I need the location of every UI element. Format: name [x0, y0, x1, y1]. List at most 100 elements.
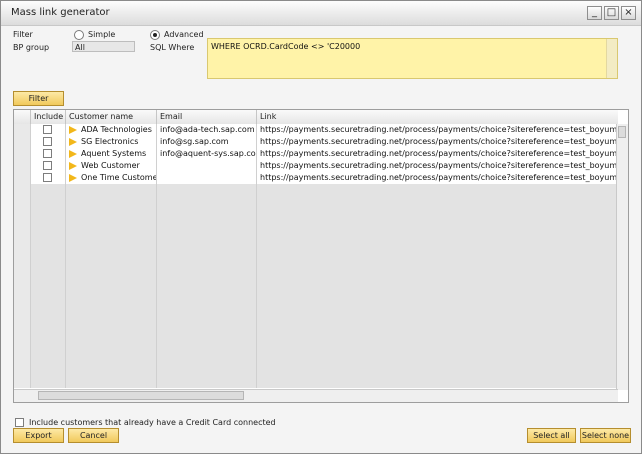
include-cell[interactable]	[31, 376, 66, 388]
include-cell[interactable]	[31, 208, 66, 220]
link-cell[interactable]: https://payments.securetrading.net/proce…	[257, 136, 618, 148]
vertical-scroll-thumb[interactable]	[618, 126, 626, 138]
row-selector-cell[interactable]	[14, 328, 31, 340]
customer-name-cell[interactable]: One Time Customer	[66, 172, 157, 184]
include-cell[interactable]	[31, 184, 66, 196]
empty-table-row[interactable]	[14, 220, 618, 232]
email-cell[interactable]	[157, 268, 257, 280]
simple-radio[interactable]	[74, 30, 84, 40]
link-cell[interactable]	[257, 244, 618, 256]
row-selector-cell[interactable]	[14, 244, 31, 256]
link-cell[interactable]	[257, 184, 618, 196]
maximize-button[interactable]: □	[604, 6, 619, 20]
sql-scrollbar[interactable]	[606, 39, 617, 78]
link-cell[interactable]: https://payments.securetrading.net/proce…	[257, 160, 618, 172]
select-all-button[interactable]: Select all	[527, 428, 576, 443]
cancel-button[interactable]: Cancel	[68, 428, 119, 443]
email-cell[interactable]	[157, 328, 257, 340]
include-cell[interactable]	[31, 124, 66, 136]
export-button[interactable]: Export	[13, 428, 64, 443]
link-cell[interactable]	[257, 364, 618, 376]
email-cell[interactable]	[157, 304, 257, 316]
email-cell[interactable]	[157, 196, 257, 208]
include-cell[interactable]	[31, 316, 66, 328]
empty-table-row[interactable]	[14, 280, 618, 292]
customer-name-cell[interactable]: SG Electronics	[66, 136, 157, 148]
row-selector-cell[interactable]	[14, 352, 31, 364]
link-arrow-icon[interactable]	[69, 126, 77, 134]
minimize-button[interactable]: _	[587, 6, 602, 20]
link-cell[interactable]	[257, 340, 618, 352]
customer-name-cell[interactable]	[66, 220, 157, 232]
link-cell[interactable]	[257, 220, 618, 232]
include-cell[interactable]	[31, 196, 66, 208]
include-checkbox[interactable]	[43, 149, 52, 158]
email-cell[interactable]	[157, 292, 257, 304]
email-cell[interactable]: info@aquent-sys.sap.com	[157, 148, 257, 160]
grid-vertical-scrollbar[interactable]	[616, 124, 628, 390]
include-cell[interactable]	[31, 268, 66, 280]
link-cell[interactable]	[257, 268, 618, 280]
row-selector-cell[interactable]	[14, 160, 31, 172]
empty-table-row[interactable]	[14, 268, 618, 280]
advanced-radio[interactable]	[150, 30, 160, 40]
link-arrow-icon[interactable]	[69, 162, 77, 170]
include-cell[interactable]	[31, 232, 66, 244]
include-cell[interactable]	[31, 340, 66, 352]
column-header-customer-name[interactable]: Customer name	[66, 110, 157, 124]
include-cell[interactable]	[31, 220, 66, 232]
email-cell[interactable]	[157, 232, 257, 244]
customer-name-cell[interactable]: Aquent Systems	[66, 148, 157, 160]
column-header-link[interactable]: Link	[257, 110, 618, 124]
empty-table-row[interactable]	[14, 364, 618, 376]
row-selector-cell[interactable]	[14, 136, 31, 148]
include-cc-checkbox[interactable]	[15, 418, 24, 427]
row-selector-cell[interactable]	[14, 280, 31, 292]
empty-table-row[interactable]	[14, 328, 618, 340]
column-header-email[interactable]: Email	[157, 110, 257, 124]
empty-table-row[interactable]	[14, 244, 618, 256]
email-cell[interactable]: info@ada-tech.sap.com	[157, 124, 257, 136]
customer-name-cell[interactable]	[66, 364, 157, 376]
customer-name-cell[interactable]	[66, 316, 157, 328]
customer-name-cell[interactable]	[66, 340, 157, 352]
customer-name-cell[interactable]: ADA Technologies	[66, 124, 157, 136]
customer-name-cell[interactable]	[66, 256, 157, 268]
include-cell[interactable]	[31, 328, 66, 340]
email-cell[interactable]	[157, 316, 257, 328]
row-selector-cell[interactable]	[14, 220, 31, 232]
link-cell[interactable]	[257, 280, 618, 292]
include-checkbox[interactable]	[43, 173, 52, 182]
row-selector-cell[interactable]	[14, 304, 31, 316]
horizontal-scroll-thumb[interactable]	[38, 391, 244, 400]
title-bar[interactable]: Mass link generator _ □ ×	[1, 1, 641, 26]
customer-name-cell[interactable]	[66, 352, 157, 364]
link-cell[interactable]	[257, 232, 618, 244]
table-row[interactable]: One Time Customer https://payments.secure…	[14, 172, 618, 184]
row-selector-cell[interactable]	[14, 292, 31, 304]
link-cell[interactable]	[257, 292, 618, 304]
select-none-button[interactable]: Select none	[580, 428, 631, 443]
row-selector-cell[interactable]	[14, 148, 31, 160]
customer-name-cell[interactable]	[66, 328, 157, 340]
customer-name-cell[interactable]	[66, 280, 157, 292]
include-cell[interactable]	[31, 160, 66, 172]
link-cell[interactable]	[257, 256, 618, 268]
email-cell[interactable]	[157, 208, 257, 220]
include-checkbox[interactable]	[43, 161, 52, 170]
column-header-include[interactable]: Include	[31, 110, 66, 124]
bp-group-field[interactable]: All	[72, 41, 135, 52]
customer-name-cell[interactable]	[66, 232, 157, 244]
row-selector-cell[interactable]	[14, 256, 31, 268]
grid-horizontal-scrollbar[interactable]	[14, 389, 618, 402]
row-selector-header[interactable]	[14, 110, 31, 124]
row-selector-cell[interactable]	[14, 364, 31, 376]
table-row[interactable]: Web Customer https://payments.securetradi…	[14, 160, 618, 172]
include-cell[interactable]	[31, 172, 66, 184]
row-selector-cell[interactable]	[14, 376, 31, 388]
row-selector-cell[interactable]	[14, 268, 31, 280]
customer-name-cell[interactable]	[66, 292, 157, 304]
include-checkbox[interactable]	[43, 125, 52, 134]
row-selector-cell[interactable]	[14, 196, 31, 208]
empty-table-row[interactable]	[14, 316, 618, 328]
